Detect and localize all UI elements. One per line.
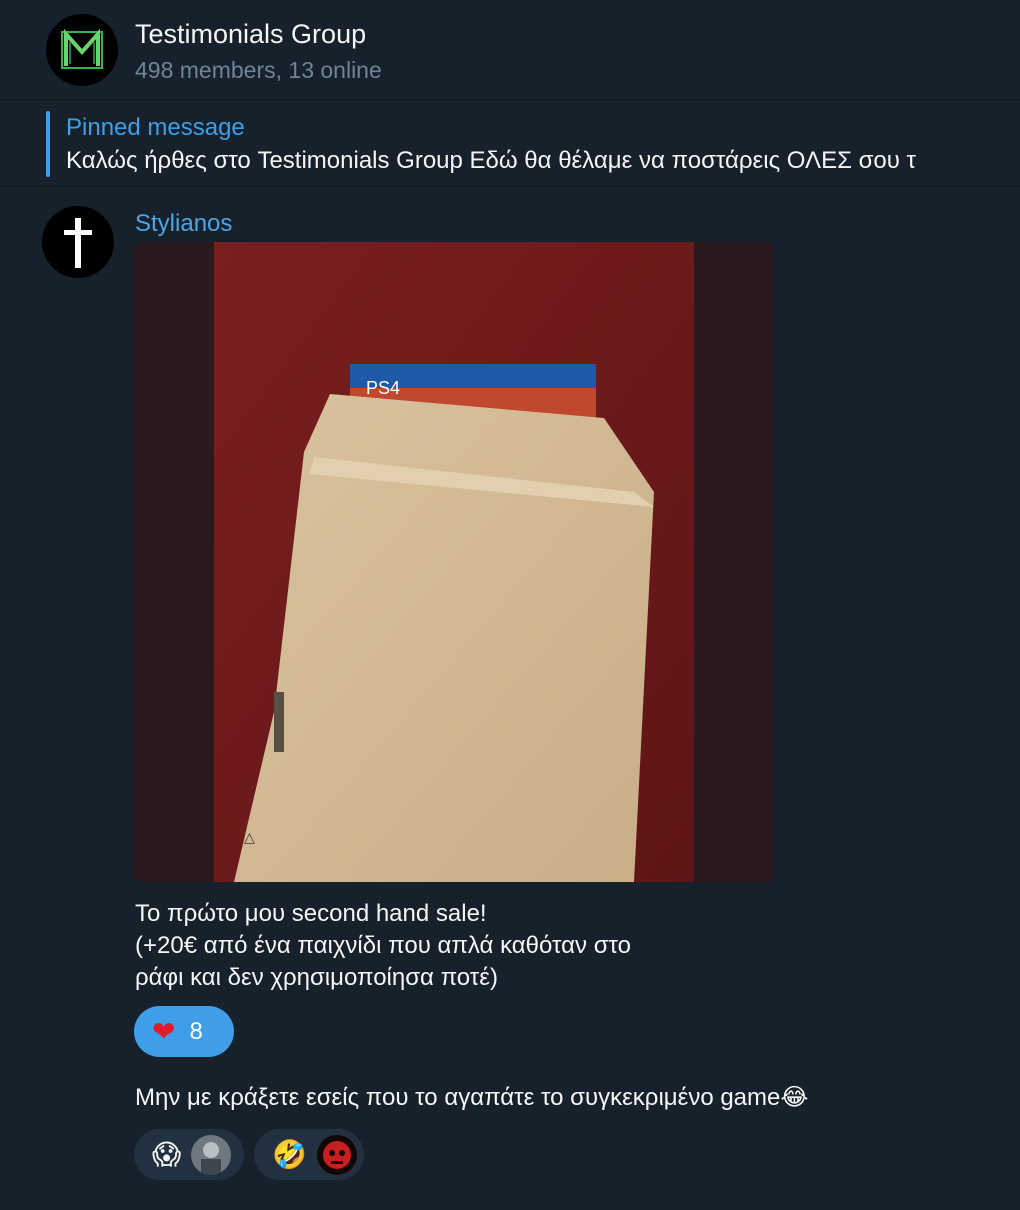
pinned-message-bar[interactable]: Pinned message Καλώς ήρθες στο Testimoni… xyxy=(0,101,1020,187)
message-caption: Το πρώτο μου second hand sale! (+20€ από… xyxy=(135,898,631,994)
pinned-label: Pinned message xyxy=(66,114,245,141)
message-text: Μην με κράξετε εσείς που το αγαπάτε το σ… xyxy=(135,1084,809,1111)
sender-avatar[interactable] xyxy=(42,206,114,278)
group-avatar[interactable] xyxy=(46,14,118,86)
group-member-count: 498 members, 13 online xyxy=(135,57,382,83)
reactor-avatar xyxy=(316,1134,357,1175)
svg-text:△: △ xyxy=(244,829,255,845)
message-feed: Stylianos PS4 △ Το πρώτο μου second hand… xyxy=(0,188,1020,1210)
scream-emoji-icon: 😱 xyxy=(152,1138,182,1170)
reaction-scream-button[interactable]: 😱 xyxy=(134,1129,244,1180)
heart-icon: ❤ xyxy=(152,1015,176,1047)
caption-line: (+20€ από ένα παιχνίδι που απλά καθόταν … xyxy=(135,932,632,959)
group-title[interactable]: Testimonials Group xyxy=(135,19,366,50)
rofl-emoji-icon: 🤣 xyxy=(272,1138,307,1170)
message-photo[interactable]: PS4 △ xyxy=(134,242,774,882)
cross-icon xyxy=(42,206,114,278)
caption-line: ράφι και δεν χρησιμοποίησα ποτέ) xyxy=(135,964,498,991)
caption-line: Το πρώτο μου second hand sale! xyxy=(135,900,487,927)
chat-header[interactable]: Testimonials Group 498 members, 13 onlin… xyxy=(0,0,1020,100)
reaction-count: 8 xyxy=(189,1017,203,1045)
reaction-heart-button[interactable]: ❤ 8 xyxy=(134,1006,234,1057)
pinned-text: Καλώς ήρθες στο Testimonials Group Εδώ θ… xyxy=(66,147,917,174)
pinned-indicator xyxy=(46,111,50,177)
sender-name[interactable]: Stylianos xyxy=(135,210,232,238)
reactor-avatar xyxy=(191,1134,232,1175)
reaction-rofl-button[interactable]: 🤣 xyxy=(254,1129,364,1180)
photo-label: PS4 xyxy=(366,378,400,398)
